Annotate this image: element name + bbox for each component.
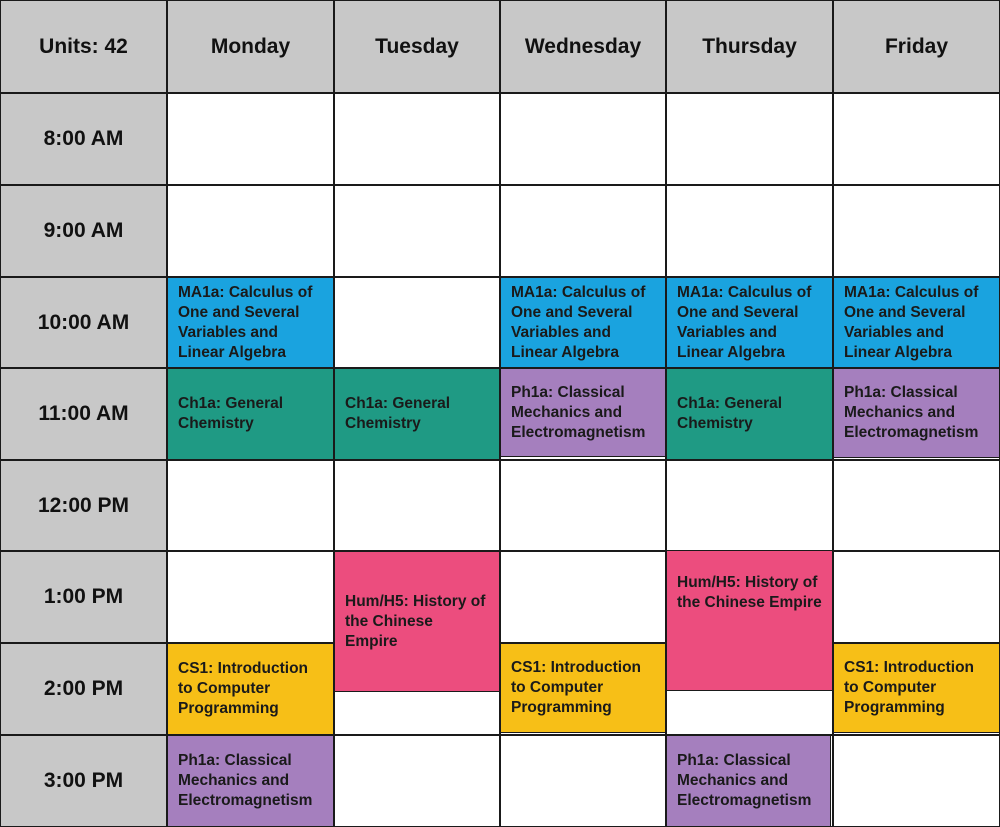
time-slot: 9:00 AM (0, 185, 167, 277)
course-title: Ph1a: Classical Mechanics and Electromag… (178, 752, 313, 809)
time-label: 8:00 AM (43, 127, 124, 150)
course-block-ch1a-tuesday[interactable]: Ch1a: General Chemistry (334, 368, 500, 460)
time-label: 3:00 PM (43, 769, 124, 792)
empty-slot[interactable] (167, 93, 334, 185)
course-block-hum-tuesday[interactable]: Hum/H5: History of the Chinese Empire (334, 551, 500, 692)
empty-slot[interactable] (334, 460, 500, 551)
course-block-ma1a-thursday[interactable]: MA1a: Calculus of One and Several Variab… (666, 277, 833, 368)
course-title: Ch1a: General Chemistry (345, 395, 451, 432)
empty-slot[interactable] (334, 185, 500, 277)
time-label: 10:00 AM (37, 310, 130, 334)
time-slot: 3:00 PM (0, 735, 167, 827)
empty-slot[interactable] (666, 185, 833, 277)
empty-slot[interactable] (500, 551, 666, 643)
course-block-cs1-wednesday[interactable]: CS1: Introduction to Computer Programmin… (500, 643, 666, 733)
day-label: Tuesday (375, 34, 459, 58)
course-block-ch1a-monday[interactable]: Ch1a: General Chemistry (167, 368, 334, 460)
course-block-ma1a-wednesday[interactable]: MA1a: Calculus of One and Several Variab… (500, 277, 666, 368)
day-header-wednesday: Wednesday (500, 0, 666, 93)
time-slot: 12:00 PM (0, 460, 167, 551)
course-block-hum-thursday[interactable]: Hum/H5: History of the Chinese Empire (666, 550, 833, 691)
course-title: Hum/H5: History of the Chinese Empire (345, 592, 486, 650)
course-block-ph1a-monday[interactable]: Ph1a: Classical Mechanics and Electromag… (167, 735, 334, 827)
course-block-ma1a-friday[interactable]: MA1a: Calculus of One and Several Variab… (833, 277, 1000, 368)
course-block-ph1a-wednesday[interactable]: Ph1a: Classical Mechanics and Electromag… (500, 368, 666, 457)
empty-slot[interactable] (500, 460, 666, 551)
course-title: CS1: Introduction to Computer Programmin… (511, 659, 642, 716)
day-header-monday: Monday (167, 0, 334, 93)
day-label: Thursday (702, 34, 797, 58)
time-label: 9:00 AM (43, 219, 124, 242)
empty-slot[interactable] (500, 93, 666, 185)
empty-slot[interactable] (334, 735, 500, 827)
empty-slot[interactable] (833, 185, 1000, 277)
course-title: MA1a: Calculus of One and Several Variab… (844, 283, 979, 361)
course-title: MA1a: Calculus of One and Several Variab… (178, 283, 313, 361)
empty-slot[interactable] (500, 185, 666, 277)
time-slot: 10:00 AM (0, 277, 167, 368)
day-label: Wednesday (524, 34, 642, 58)
units-header: Units: 42 (0, 0, 167, 93)
time-label: 12:00 PM (37, 493, 130, 517)
day-label: Friday (884, 34, 949, 58)
empty-slot[interactable] (334, 277, 500, 368)
empty-slot[interactable] (833, 93, 1000, 185)
course-block-cs1-monday[interactable]: CS1: Introduction to Computer Programmin… (167, 643, 334, 735)
units-label: Units: 42 (39, 34, 128, 58)
course-title: Ph1a: Classical Mechanics and Electromag… (511, 383, 646, 441)
empty-slot[interactable] (167, 460, 334, 551)
course-title: CS1: Introduction to Computer Programmin… (844, 659, 975, 716)
empty-slot[interactable] (666, 93, 833, 185)
empty-slot[interactable] (833, 735, 1000, 827)
time-slot: 1:00 PM (0, 551, 167, 643)
course-title: MA1a: Calculus of One and Several Variab… (511, 283, 646, 361)
empty-slot[interactable] (167, 551, 334, 643)
day-header-friday: Friday (833, 0, 1000, 93)
course-block-ph1a-thursday[interactable]: Ph1a: Classical Mechanics and Electromag… (666, 735, 831, 827)
time-label: 11:00 AM (38, 402, 129, 425)
time-slot: 11:00 AM (0, 368, 167, 460)
course-title: Ch1a: General Chemistry (677, 395, 783, 432)
time-slot: 8:00 AM (0, 93, 167, 185)
empty-slot[interactable] (334, 93, 500, 185)
day-header-thursday: Thursday (666, 0, 833, 93)
course-title: Ch1a: General Chemistry (178, 395, 284, 432)
empty-slot[interactable] (833, 460, 1000, 551)
empty-slot[interactable] (833, 551, 1000, 643)
course-title: MA1a: Calculus of One and Several Variab… (677, 283, 812, 361)
empty-slot[interactable] (167, 185, 334, 277)
course-block-cs1-friday[interactable]: CS1: Introduction to Computer Programmin… (833, 643, 1000, 733)
day-label: Monday (210, 34, 291, 58)
course-block-ch1a-thursday[interactable]: Ch1a: General Chemistry (666, 368, 833, 460)
course-title: Ph1a: Classical Mechanics and Electromag… (844, 384, 979, 441)
course-title: Hum/H5: History of the Chinese Empire (677, 574, 822, 611)
course-block-ma1a-monday[interactable]: MA1a: Calculus of One and Several Variab… (167, 277, 334, 368)
empty-slot[interactable] (500, 735, 666, 827)
time-label: 2:00 PM (43, 677, 124, 700)
time-slot: 2:00 PM (0, 643, 167, 735)
course-title: Ph1a: Classical Mechanics and Electromag… (677, 752, 812, 809)
day-header-tuesday: Tuesday (334, 0, 500, 93)
time-label: 1:00 PM (43, 585, 124, 608)
course-block-ph1a-friday[interactable]: Ph1a: Classical Mechanics and Electromag… (833, 368, 1000, 458)
schedule-grid: Units: 42 Monday Tuesday Wednesday Thurs… (0, 0, 1000, 827)
empty-slot[interactable] (666, 460, 833, 551)
course-title: CS1: Introduction to Computer Programmin… (178, 660, 309, 717)
